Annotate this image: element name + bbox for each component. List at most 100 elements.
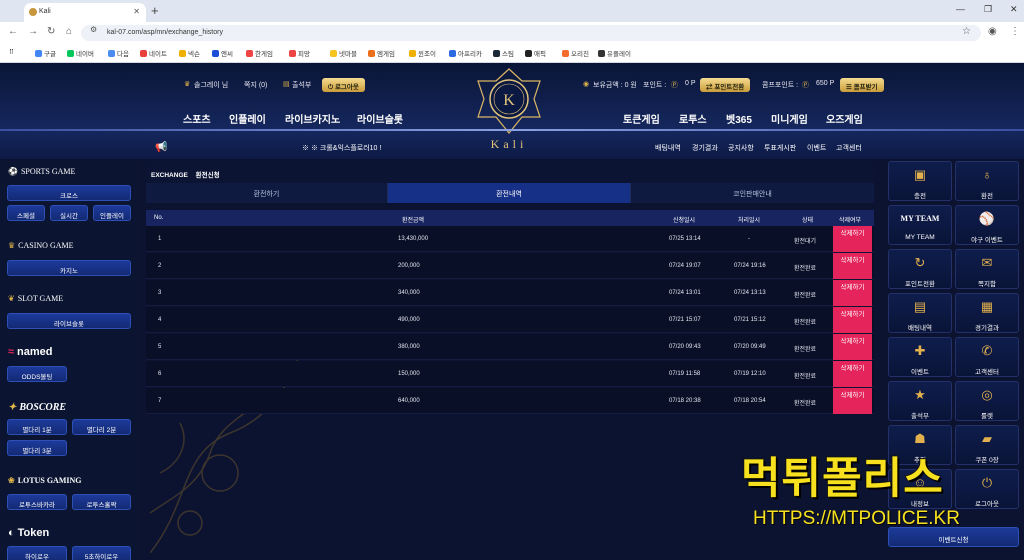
tile-phone[interactable]: ✆ 고객센터 — [955, 337, 1019, 377]
casino-button[interactable]: 카지노 — [7, 260, 131, 276]
delete-button[interactable]: 삭제하기 — [833, 334, 872, 360]
lotus-oddeven-button[interactable]: 로투스홀짝 — [72, 494, 131, 510]
bookmark-item[interactable]: 오리진 — [562, 48, 589, 58]
url-input[interactable]: kal-07.com/asp/mn/exchange_history — [81, 25, 981, 41]
bookmark-item[interactable]: 한게임 — [246, 48, 273, 58]
link-events[interactable]: 이벤트 — [807, 143, 826, 153]
delete-button[interactable]: 삭제하기 — [833, 280, 872, 306]
bookmark-star-icon[interactable]: ☆ — [962, 26, 971, 37]
tile-betting-slip[interactable]: ▤ 배팅내역 — [888, 293, 952, 333]
bookmark-item[interactable]: 아프리카 — [449, 48, 482, 58]
tile-my-team[interactable]: MY TEAM MY TEAM — [888, 205, 952, 245]
tile-label: 고객센터 — [975, 369, 999, 376]
row-status: 환전완료 — [794, 293, 817, 299]
close-tab-icon[interactable]: ✕ — [133, 7, 140, 16]
tile-wallet[interactable]: ▣ 충전 — [888, 161, 952, 201]
nav-token-game[interactable]: 토큰게임 — [623, 111, 660, 126]
tile-calendar[interactable]: ★ 출석부 — [888, 381, 952, 421]
bookmark-item[interactable]: 넥슨 — [179, 48, 200, 58]
nav-oz-game[interactable]: 오즈게임 — [826, 111, 863, 126]
tile-gift[interactable]: ✚ 이벤트 — [888, 337, 952, 377]
sports-game-title: ⚽ SPORTS GAME — [8, 167, 75, 176]
bookmark-item[interactable]: 유플레이 — [598, 48, 631, 58]
bookmark-item[interactable]: 엔씨 — [212, 48, 233, 58]
link-results[interactable]: 경기결과 — [692, 143, 718, 153]
home-icon[interactable]: ⌂ — [66, 26, 72, 37]
bookmark-favicon-icon — [67, 50, 74, 57]
browser-tab[interactable]: Kali ✕ — [24, 3, 146, 22]
new-tab-icon[interactable]: + — [151, 3, 159, 18]
messages-link[interactable]: 쪽지 (0) — [244, 80, 267, 90]
nav-live-slot[interactable]: 라이브슬롯 — [357, 111, 403, 126]
bookmark-item[interactable]: 피망 — [289, 48, 310, 58]
bookmark-favicon-icon — [409, 50, 416, 57]
tile-roulette[interactable]: ◎ 룰렛 — [955, 381, 1019, 421]
row-request-time: 07/25 13:14 — [669, 236, 701, 242]
hilo-button[interactable]: 하이로우 — [7, 546, 67, 560]
table-header: No. 환전금액 신청일시 처리일시 상태 삭제여부 — [146, 210, 874, 226]
comp-receive-button[interactable]: ☰ 콤프받기 — [840, 78, 884, 92]
menu-icon[interactable]: ⋮ — [1010, 26, 1020, 37]
odds-voting-button[interactable]: ODDS볼팅 — [7, 366, 67, 382]
tile-refresh[interactable]: ↻ 포인트전환 — [888, 249, 952, 289]
nav-sports[interactable]: 스포츠 — [183, 111, 211, 126]
bookmark-item[interactable]: 애픽 — [525, 48, 546, 58]
link-betting-history[interactable]: 배팅내역 — [655, 143, 681, 153]
delete-button[interactable]: 삭제하기 — [833, 226, 872, 252]
window-close-icon[interactable]: ✕ — [1010, 4, 1018, 15]
delete-button[interactable]: 삭제하기 — [833, 307, 872, 333]
link-notice[interactable]: 공지사항 — [728, 143, 754, 153]
tile-envelope[interactable]: ✉ 쪽지함 — [955, 249, 1019, 289]
row-process-time: 07/24 13:13 — [734, 290, 766, 296]
attendance-link[interactable]: 출석부 — [292, 80, 311, 90]
maximize-icon[interactable]: ❐ — [984, 4, 992, 15]
point-label: 포인트 : — [643, 82, 667, 89]
nav-inplay[interactable]: 인플레이 — [229, 111, 266, 126]
nav-lotus[interactable]: 로투스 — [679, 111, 707, 126]
bookmark-item[interactable]: 스팀 — [493, 48, 514, 58]
inplay-button[interactable]: 인플레이 — [93, 205, 131, 221]
lotus-baccarat-button[interactable]: 로투스바카라 — [7, 494, 67, 510]
minimize-icon[interactable]: — — [956, 4, 965, 14]
delete-button[interactable]: 삭제하기 — [833, 253, 872, 279]
star-ladder-1min-button[interactable]: 별다리 1분 — [7, 419, 67, 435]
bookmark-item[interactable]: 구글 — [35, 48, 56, 58]
tab-exchange[interactable]: 환전하기 — [146, 183, 388, 203]
link-support[interactable]: 고객센터 — [836, 143, 862, 153]
nav-live-casino[interactable]: 라이브카지노 — [285, 111, 340, 126]
tile-baseball[interactable]: ⚾ 야구 이벤트 — [955, 205, 1019, 245]
cross-button[interactable]: 크로스 — [7, 185, 131, 201]
hilo-5sec-button[interactable]: 5초하이로우 — [72, 546, 131, 560]
bookmark-item[interactable]: 네이버 — [67, 48, 94, 58]
reload-icon[interactable]: ↻ — [47, 26, 55, 37]
bookmark-item[interactable]: 넷마블 — [330, 48, 357, 58]
star-ladder-3min-button[interactable]: 별다리 3분 — [7, 440, 67, 456]
special-button[interactable]: 스페셜 — [7, 205, 45, 221]
bookmark-item[interactable]: 다음 — [108, 48, 129, 58]
bookmark-item[interactable]: 윈조이 — [409, 48, 436, 58]
realtime-button[interactable]: 실시간 — [50, 205, 88, 221]
live-slot-button[interactable]: 라이브슬롯 — [7, 313, 131, 329]
delete-button[interactable]: 삭제하기 — [833, 361, 872, 387]
site-logo[interactable]: K Kali — [470, 67, 548, 151]
nav-mini-game[interactable]: 미니게임 — [771, 111, 808, 126]
tab-exchange-history[interactable]: 환전내역 — [388, 183, 631, 203]
profile-icon[interactable]: ◉ — [988, 26, 997, 37]
apps-icon[interactable]: ⠿ — [9, 48, 14, 56]
nav-bet365[interactable]: 벳365 — [726, 111, 752, 126]
site-info-icon[interactable]: ⚙ — [90, 25, 97, 34]
link-vote-board[interactable]: 투표게시판 — [764, 143, 796, 153]
tile-money-bag[interactable]: ♁ 환전 — [955, 161, 1019, 201]
delete-button[interactable]: 삭제하기 — [833, 388, 872, 414]
star-ladder-2min-button[interactable]: 별다리 2분 — [72, 419, 131, 435]
logout-button[interactable]: ⏻ 로그아웃 — [322, 78, 365, 92]
bookmark-item[interactable]: 네이트 — [140, 48, 167, 58]
forward-icon[interactable]: → — [28, 26, 38, 37]
bookmark-item[interactable]: 엠게임 — [368, 48, 395, 58]
back-icon[interactable]: ← — [8, 26, 18, 37]
point-exchange-button[interactable]: ⇄ 포인트전환 — [700, 78, 751, 92]
tab-coin-sale-guide[interactable]: 코인판매안내 — [631, 183, 874, 203]
tile-scoreboard[interactable]: ▦ 경기결과 — [955, 293, 1019, 333]
table-row: 7 640,000 07/18 20:38 07/18 20:54 환전완료 삭제하기 — [146, 388, 874, 414]
crown-icon: ♛ — [8, 241, 16, 250]
